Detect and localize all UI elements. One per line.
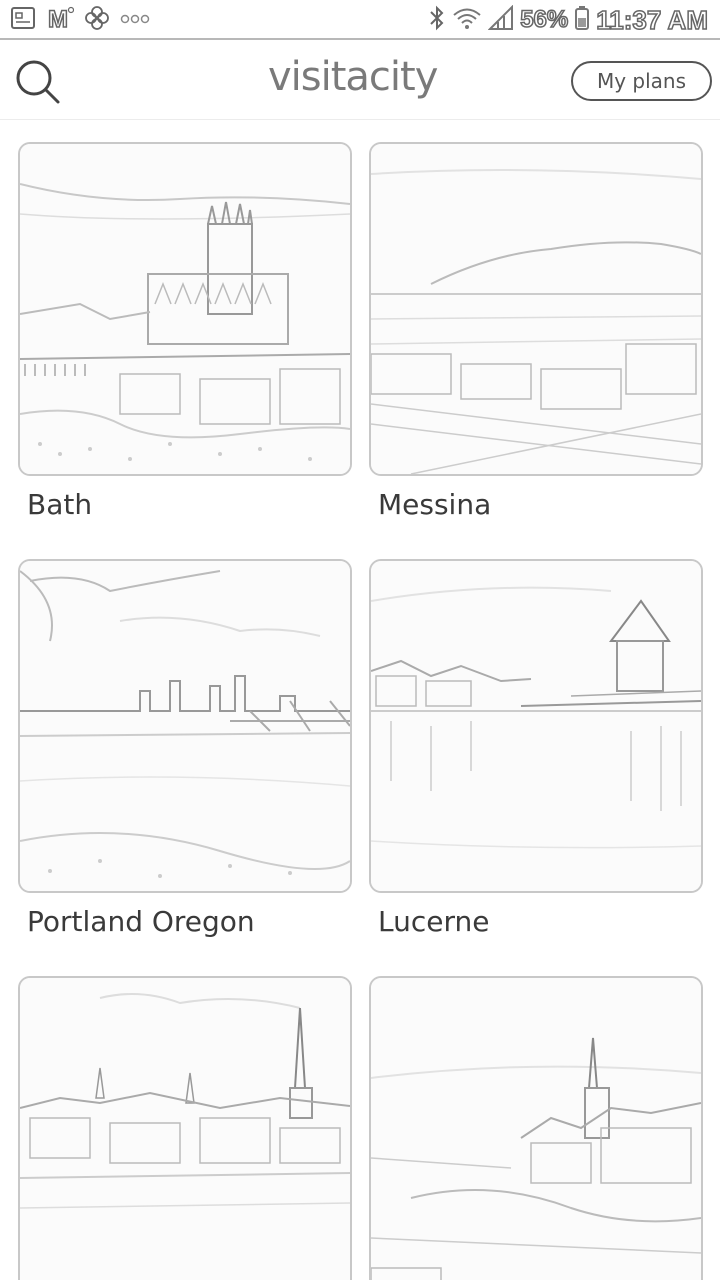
signal-icon (487, 4, 514, 35)
city-name: Lucerne (378, 905, 490, 938)
city-card-portland-oregon[interactable]: Portland Oregon (18, 559, 352, 938)
gmail-icon: M (46, 5, 75, 35)
city-image (369, 976, 703, 1280)
my-plans-button[interactable]: My plans (571, 61, 712, 101)
bluetooth-icon (428, 5, 446, 35)
svg-text:M: M (48, 6, 68, 31)
search-icon (16, 60, 60, 104)
app-logo: visitacity (268, 54, 438, 100)
clock: 11:37 AM (595, 4, 708, 36)
city-card-partial[interactable] (369, 976, 703, 1280)
city-image (18, 142, 352, 476)
status-bar-left: M (10, 5, 150, 35)
city-image (369, 142, 703, 476)
city-image (18, 559, 352, 893)
pinwheel-icon (84, 5, 110, 35)
status-bar: M 56% 11:37 AM (0, 0, 720, 40)
battery-icon (574, 5, 590, 35)
city-image (18, 976, 352, 1280)
city-name: Portland Oregon (27, 905, 255, 938)
city-name: Bath (27, 488, 93, 521)
gallery-icon (10, 6, 36, 34)
city-card-messina[interactable]: Messina (369, 142, 703, 521)
search-button[interactable] (14, 58, 62, 106)
wifi-icon (452, 5, 482, 35)
city-card-bath[interactable]: Bath (18, 142, 352, 521)
city-card-lucerne[interactable]: Lucerne (369, 559, 703, 938)
city-image (369, 559, 703, 893)
more-dots-icon (120, 11, 150, 30)
battery-percent: 56% (519, 5, 569, 34)
status-bar-right: 56% 11:37 AM (428, 4, 709, 36)
app-header: visitacity My plans (0, 42, 720, 120)
city-name: Messina (378, 488, 492, 521)
city-card-partial[interactable] (18, 976, 352, 1280)
